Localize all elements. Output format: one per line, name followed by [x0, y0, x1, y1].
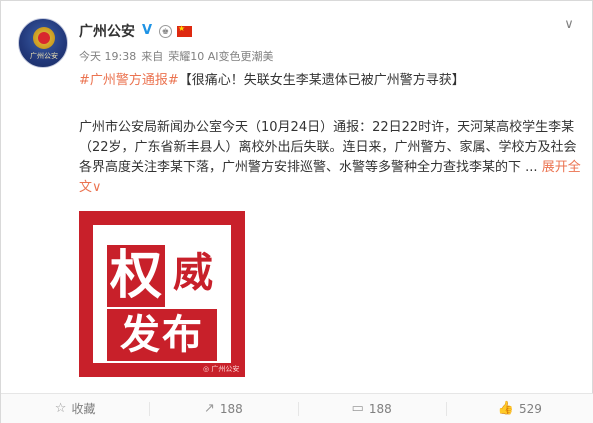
favorite-button[interactable]: ☆ 收藏: [1, 394, 149, 423]
repost-icon: ↗: [203, 401, 215, 416]
post-menu-chevron-icon[interactable]: ∨: [561, 17, 577, 33]
image-char-fabu: 发布: [107, 309, 217, 361]
post-source[interactable]: 荣耀10 AI变色更潮美: [168, 48, 273, 64]
post-headline: 【很痛心！失联女生李某遗体已被广州警方寻获】: [178, 73, 465, 88]
china-flag-icon: ★: [177, 23, 192, 37]
favorite-label: 收藏: [71, 402, 96, 416]
post-meta: 今天 19:38 来自 荣耀10 AI变色更潮美: [79, 48, 273, 64]
action-bar: ☆ 收藏 ↗ 188 ▭ 188 👍 529: [1, 393, 593, 423]
badge-center: [38, 32, 50, 44]
flag-star-icon: ★: [178, 23, 186, 33]
author-row: 广州公安 V ♚ ★: [79, 21, 192, 41]
post-body-text: 广州市公安局新闻办公室今天（10月24日）通报：22日22时许，天河某高校学生李…: [79, 120, 577, 175]
image-char-wei: 威: [173, 250, 213, 296]
hashtag-link[interactable]: #广州警方通报#: [79, 73, 179, 88]
member-crown-icon[interactable]: ♚: [159, 24, 172, 38]
source-prefix: 来自: [141, 50, 164, 63]
image-char-quan: 权: [107, 245, 165, 307]
weibo-post-card: 广州公安 广州公安 V ♚ ★ ∨ 今天 19:38 来自 荣耀10 AI变色更…: [0, 0, 593, 423]
repost-count: 188: [219, 401, 243, 416]
post-image[interactable]: 权 威 发布 ◎ 广州公安: [79, 211, 245, 377]
image-frame: 权 威 发布: [93, 225, 231, 363]
thumbs-up-icon: 👍: [497, 401, 515, 416]
star-icon: ☆: [54, 401, 67, 416]
comment-icon: ▭: [351, 401, 364, 416]
repost-button[interactable]: ↗ 188: [149, 394, 297, 423]
image-watermark: ◎ 广州公安: [203, 365, 240, 373]
post-body: 广州市公安局新闻办公室今天（10月24日）通报：22日22时许，天河某高校学生李…: [79, 118, 585, 198]
author-avatar[interactable]: 广州公安: [18, 18, 68, 68]
comment-button[interactable]: ▭ 188: [297, 394, 446, 423]
comment-count: 188: [368, 401, 392, 416]
verified-icon[interactable]: V: [140, 24, 154, 38]
avatar-label: 广州公安: [30, 52, 58, 60]
expand-arrow-icon[interactable]: ∨: [92, 180, 102, 195]
post-topic-line: #广州警方通报#【很痛心！失联女生李某遗体已被广州警方寻获】: [79, 71, 465, 91]
post-time[interactable]: 今天 19:38: [79, 48, 136, 64]
ellipsis: ...: [521, 160, 542, 175]
author-name[interactable]: 广州公安: [79, 21, 135, 41]
like-button[interactable]: 👍 529: [445, 394, 593, 423]
like-count: 529: [519, 401, 542, 416]
